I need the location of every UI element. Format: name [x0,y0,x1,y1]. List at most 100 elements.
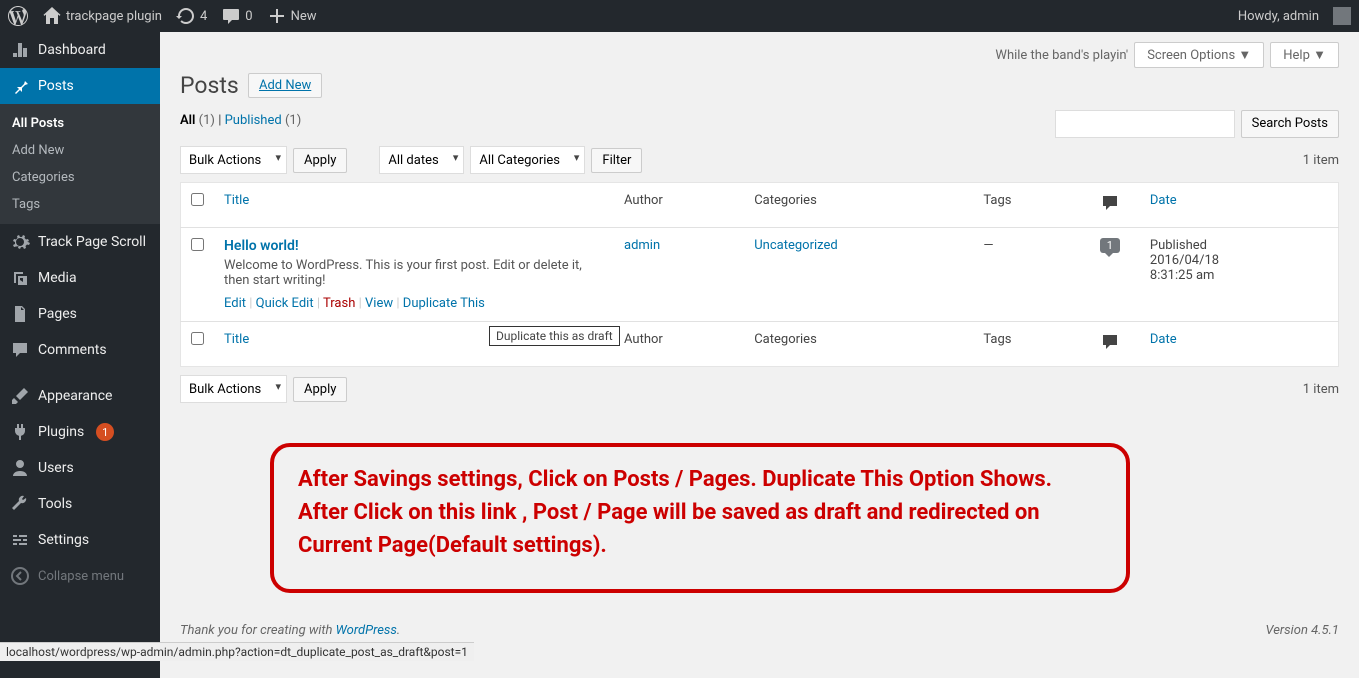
categories-select[interactable]: All Categories [470,146,585,174]
post-comment-count[interactable]: 1 [1100,238,1120,253]
main-content: While the band's playin' Screen Options … [160,32,1359,678]
sidebar-item-plugins[interactable]: Plugins1 [0,414,160,450]
item-count-bottom: 1 item [1303,382,1339,397]
admin-topbar: trackpage plugin 4 0 New Howdy, admin [0,0,1359,32]
playin-text: While the band's playin' [995,48,1128,63]
post-tags: — [983,238,993,253]
sidebar-subitem-categories[interactable]: Categories [0,164,160,191]
sidebar-subitem-tags[interactable]: Tags [0,191,160,218]
apply-button-top[interactable]: Apply [293,148,347,173]
wrench-icon [10,494,30,514]
search-input[interactable] [1055,110,1235,138]
help-button[interactable]: Help ▼ [1270,42,1339,68]
media-icon [10,268,30,288]
sidebar-item-comments[interactable]: Comments [0,332,160,368]
dates-select[interactable]: All dates [379,146,464,174]
sidebar-item-dashboard[interactable]: Dashboard [0,32,160,68]
new-link[interactable]: New [267,6,317,26]
col-title-foot[interactable]: Title [224,332,249,347]
sidebar-item-settings[interactable]: Settings [0,522,160,558]
action-trash[interactable]: Trash [323,296,355,311]
instruction-annotation: After Savings settings, Click on Posts /… [270,443,1130,593]
duplicate-tooltip: Duplicate this as draft [489,326,620,346]
sidebar-item-pages[interactable]: Pages [0,296,160,332]
select-all-bottom[interactable] [191,332,204,345]
posts-table: Title Author Categories Tags Date Hello … [180,182,1339,367]
col-author: Author [624,193,663,208]
post-date-status: Published [1150,238,1328,253]
sidebar-posts-submenu: All Posts Add New Categories Tags [0,104,160,224]
col-date-foot[interactable]: Date [1150,332,1177,347]
action-quick-edit[interactable]: Quick Edit [256,296,314,311]
col-tags: Tags [983,193,1011,208]
comments-link[interactable]: 0 [221,6,252,26]
site-name-link[interactable]: trackpage plugin [42,6,162,26]
sidebar-subitem-all-posts[interactable]: All Posts [0,110,160,137]
bulk-actions-select[interactable]: Bulk Actions [180,146,287,174]
sidebar-item-media[interactable]: Media [0,260,160,296]
action-view[interactable]: View [365,296,393,311]
post-date-1: 2016/04/18 [1150,253,1328,268]
brush-icon [10,386,30,406]
dashboard-icon [10,40,30,60]
sidebar-item-users[interactable]: Users [0,450,160,486]
apply-button-bottom[interactable]: Apply [293,377,347,402]
comments-col-icon-foot [1100,332,1120,352]
plugins-update-badge: 1 [96,423,114,441]
col-title[interactable]: Title [224,193,249,208]
sidebar-item-tools[interactable]: Tools [0,486,160,522]
howdy-link[interactable]: Howdy, admin [1238,9,1319,24]
plus-icon [267,6,287,26]
select-all-top[interactable] [191,193,204,206]
avatar[interactable] [1333,7,1351,25]
version-text: Version 4.5.1 [1265,623,1339,638]
post-title-link[interactable]: Hello world! [224,238,299,254]
browser-statusbar: localhost/wordpress/wp-admin/admin.php?a… [0,642,474,661]
filter-button[interactable]: Filter [591,148,642,173]
col-tags-foot: Tags [983,332,1011,347]
search-posts-button[interactable]: Search Posts [1241,110,1339,138]
wordpress-logo-icon [8,6,28,26]
post-date-2: 8:31:25 am [1150,268,1328,283]
bulk-actions-select-bottom[interactable]: Bulk Actions [180,375,287,403]
post-author-link[interactable]: admin [624,238,660,253]
action-duplicate[interactable]: Duplicate This [403,296,485,311]
admin-footer: Thank you for creating with WordPress. V… [180,623,1339,638]
wordpress-link[interactable]: WordPress [336,623,397,638]
action-edit[interactable]: Edit [224,296,246,311]
user-icon [10,458,30,478]
sliders-icon [10,530,30,550]
sidebar-collapse[interactable]: Collapse menu [0,558,160,594]
plugin-icon [10,422,30,442]
sidebar-subitem-add-new[interactable]: Add New [0,137,160,164]
page-icon [10,304,30,324]
table-row: Hello world! Welcome to WordPress. This … [181,228,1339,322]
sidebar-item-posts[interactable]: Posts [0,68,160,104]
post-excerpt: Welcome to WordPress. This is your first… [224,258,604,288]
gear-icon [10,232,30,252]
collapse-icon [10,566,30,586]
comment-icon [221,6,241,26]
pin-icon [10,76,30,96]
filter-all[interactable]: All (1) [180,113,215,128]
updates-link[interactable]: 4 [176,6,207,26]
screen-options-button[interactable]: Screen Options ▼ [1134,42,1264,68]
row-checkbox[interactable] [191,238,204,251]
sidebar-item-track-page[interactable]: Track Page Scroll [0,224,160,260]
sidebar-item-appearance[interactable]: Appearance [0,378,160,414]
page-title: Posts [180,72,239,99]
comment-icon [10,340,30,360]
home-icon [42,6,62,26]
update-icon [176,6,196,26]
col-author-foot: Author [624,332,663,347]
col-categories: Categories [754,193,817,208]
wp-logo-link[interactable] [8,6,28,26]
item-count-top: 1 item [1303,153,1339,168]
admin-sidebar: Dashboard Posts All Posts Add New Catego… [0,32,160,678]
add-new-button[interactable]: Add New [248,73,322,98]
comments-col-icon [1100,193,1120,213]
post-category-link[interactable]: Uncategorized [754,238,837,253]
view-filters: All (1) | Published (1) [180,113,301,128]
col-date[interactable]: Date [1150,193,1177,208]
filter-published[interactable]: Published (1) [225,113,302,128]
